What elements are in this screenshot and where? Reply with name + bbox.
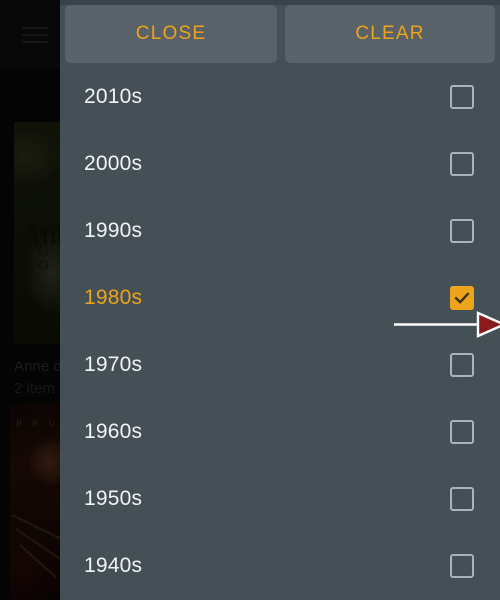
decade-option-2010s[interactable]: 2010s [60,63,500,130]
decade-option-1990s[interactable]: 1990s [60,197,500,264]
decade-checkbox[interactable] [450,218,474,243]
decade-option-1960s[interactable]: 1960s [60,398,500,465]
decade-option-label: 1950s [84,486,143,510]
decade-checkbox[interactable] [450,486,474,511]
decade-option-label: 2000s [84,151,143,175]
clear-button[interactable]: CLEAR [285,5,495,63]
decade-checkbox[interactable] [450,84,474,109]
hamburger-menu-icon[interactable] [22,27,48,43]
screen: Ann GO Anne o 2 item B R U C A R M CLOSE… [0,0,500,600]
decade-checkbox[interactable] [450,352,474,377]
decade-filter-dialog: CLOSE CLEAR 2010s 2000s 1990s 1980s 1970s 196… [60,0,500,600]
background-book-caption: Anne o 2 item [14,356,62,400]
book-cover-red[interactable]: B R U C A R M [10,404,62,600]
decade-option-1980s[interactable]: 1980s [60,264,500,331]
decade-option-2000s[interactable]: 2000s [60,130,500,197]
decade-checkbox[interactable] [450,151,474,176]
background-app: Ann GO Anne o 2 item B R U C A R M [0,0,62,600]
background-book-item-count: 2 item [14,380,55,397]
book-cover-red-credit-top: B R U C [16,418,62,428]
decade-option-label: 1940s [84,553,143,577]
decade-option-label: 2010s [84,84,143,108]
decade-option-1970s[interactable]: 1970s [60,331,500,398]
close-button[interactable]: CLOSE [65,5,277,63]
book-cover-green-title-line2: GO [38,243,49,274]
decade-option-1950s[interactable]: 1950s [60,465,500,532]
decade-option-label: 1980s [84,285,143,309]
background-content: Ann GO Anne o 2 item B R U C A R M [0,68,62,600]
background-app-bar [0,0,62,68]
decade-checkbox[interactable] [450,419,474,444]
decade-checkbox-checked[interactable] [450,285,474,310]
decade-options-list[interactable]: 2010s 2000s 1990s 1980s 1970s 1960s 1950s 1940s [60,63,500,600]
decade-checkbox[interactable] [450,553,474,578]
decade-option-label: 1990s [84,218,143,242]
book-cover-red-streak [19,544,57,578]
checkmark-icon [454,291,470,304]
book-cover-green[interactable]: Ann GO [14,122,62,344]
dialog-button-bar: CLOSE CLEAR [60,5,500,63]
decade-option-label: 1960s [84,419,143,443]
background-book-title: Anne o [14,358,62,375]
decade-option-1940s[interactable]: 1940s [60,532,500,599]
decade-option-label: 1970s [84,352,143,376]
